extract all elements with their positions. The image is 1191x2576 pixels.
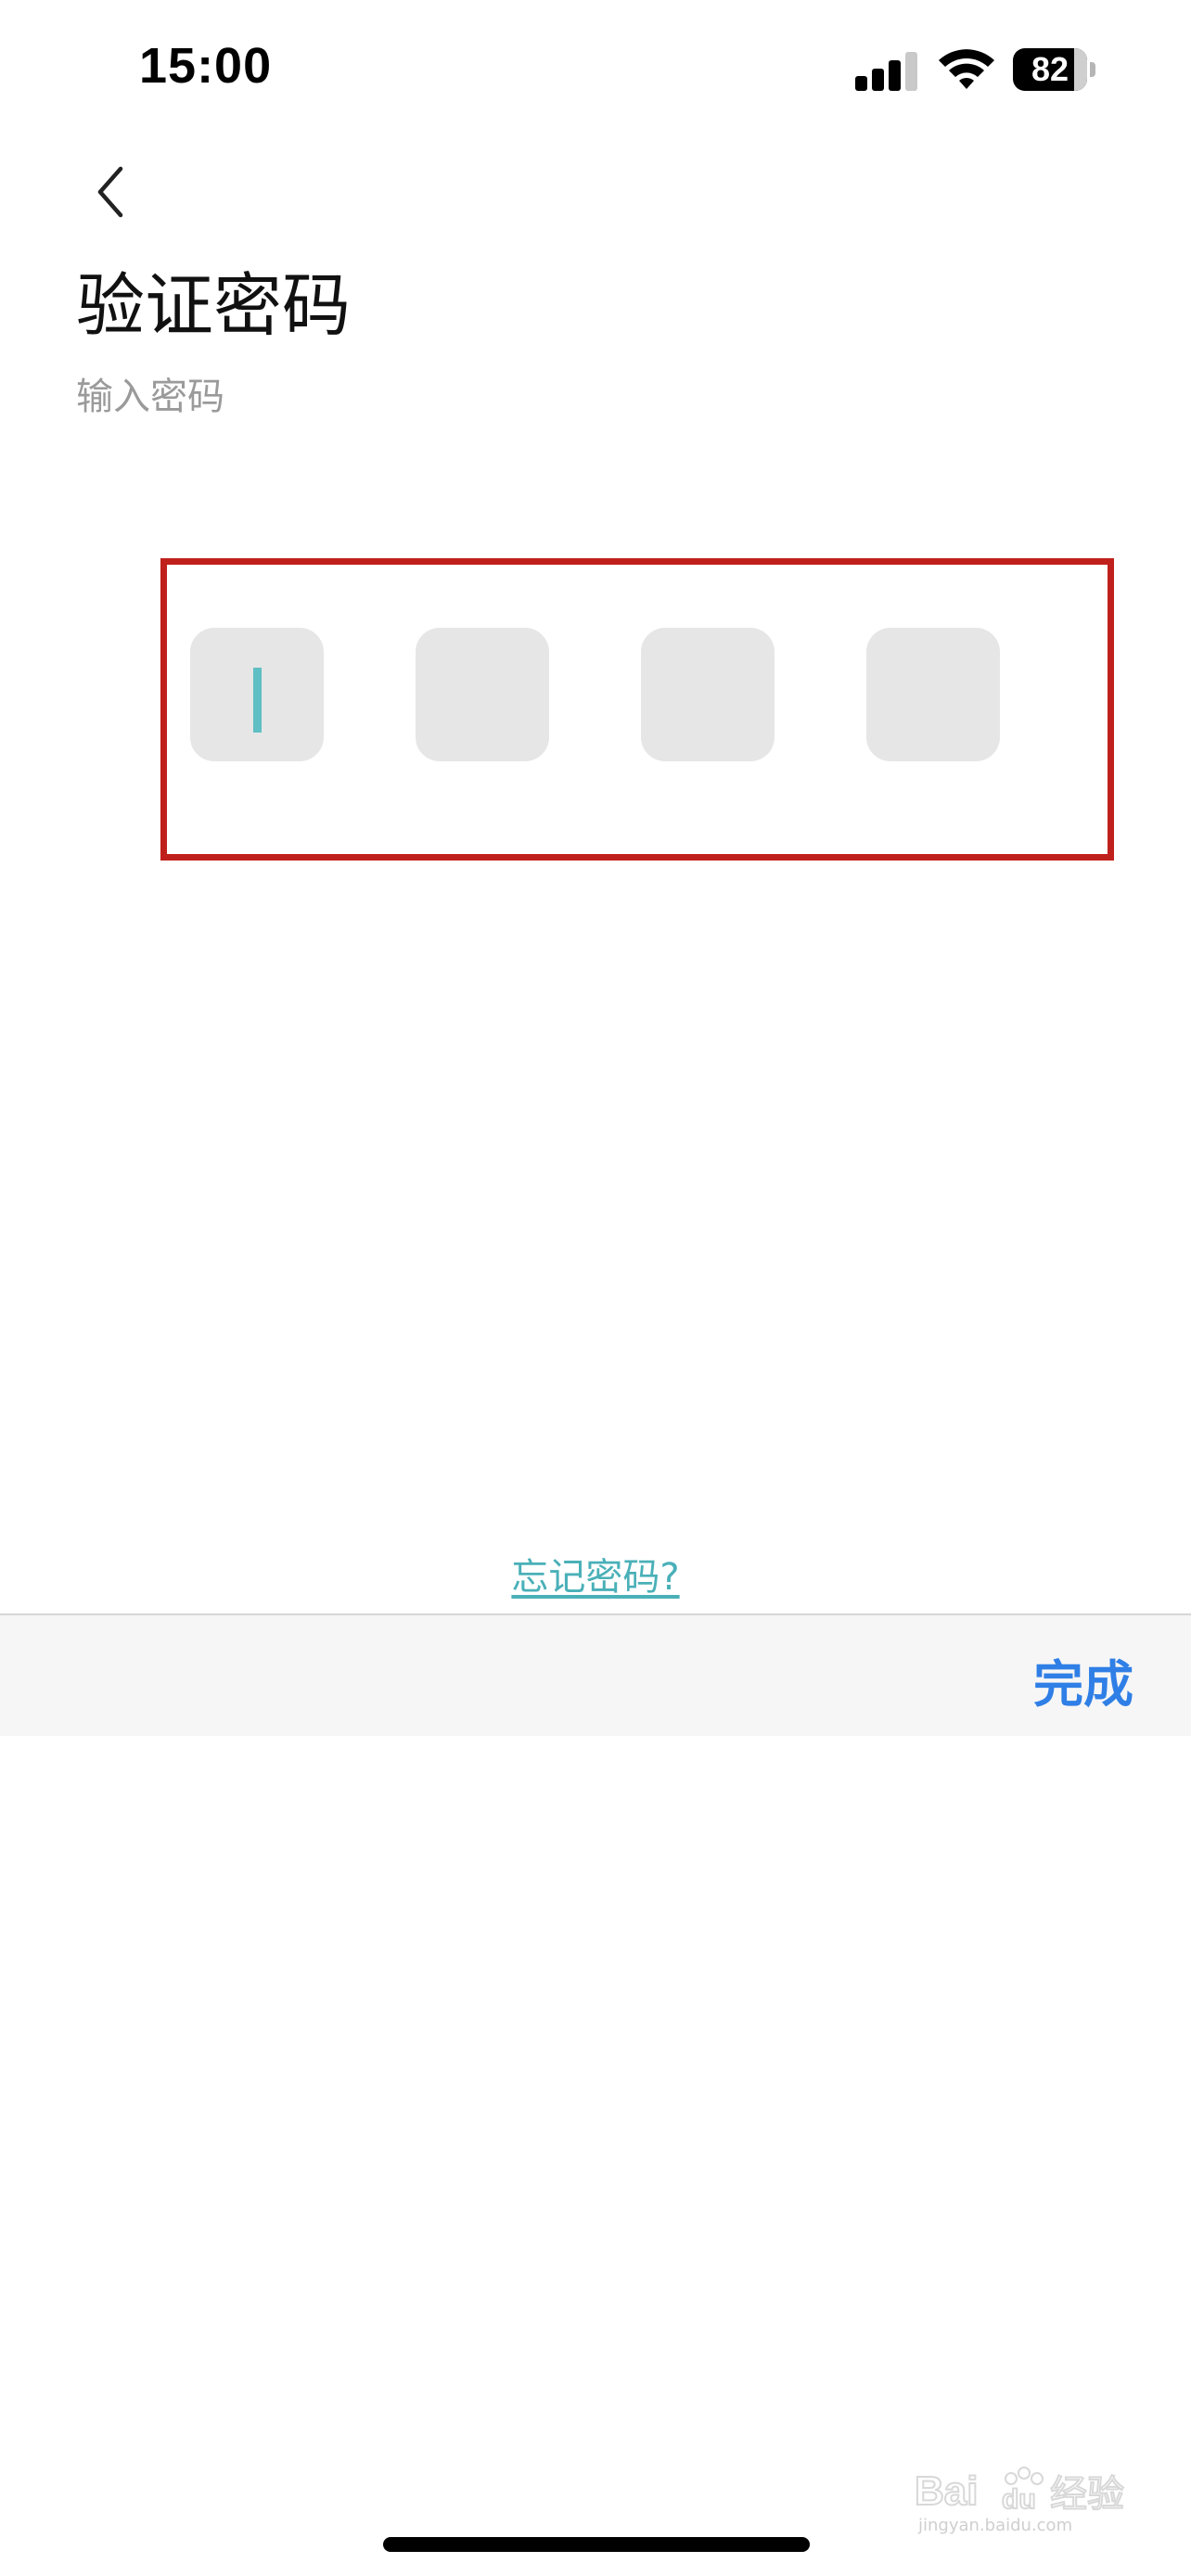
svg-text:du: du xyxy=(1002,2484,1036,2515)
forgot-password-container: 忘记密码? xyxy=(0,1547,1191,1600)
forgot-password-link[interactable]: 忘记密码? xyxy=(511,1556,679,1599)
wifi-icon xyxy=(937,45,996,91)
status-time: 15:00 xyxy=(139,38,273,94)
cellular-signal-icon xyxy=(855,52,918,91)
battery-level: 82 xyxy=(1031,50,1069,88)
baidu-watermark-logo: Bai du 经验 jingyan.baidu.com xyxy=(911,2462,1152,2536)
svg-text:经验: 经验 xyxy=(1050,2473,1124,2516)
highlight-annotation-box xyxy=(160,558,1114,861)
svg-text:jingyan.baidu.com: jingyan.baidu.com xyxy=(917,2516,1072,2535)
done-button[interactable]: 完成 xyxy=(1033,1643,1133,1716)
svg-text:Bai: Bai xyxy=(915,2468,978,2514)
page-title: 验证密码 xyxy=(76,266,351,346)
home-indicator[interactable] xyxy=(383,2537,810,2552)
chevron-left-icon xyxy=(97,166,123,218)
battery-icon: 82 xyxy=(1013,48,1096,91)
back-button[interactable] xyxy=(74,148,148,232)
status-bar: 15:00 82 xyxy=(0,0,1191,139)
keyboard-toolbar: 完成 xyxy=(0,1613,1191,1736)
page-subtitle: 输入密码 xyxy=(76,376,224,418)
